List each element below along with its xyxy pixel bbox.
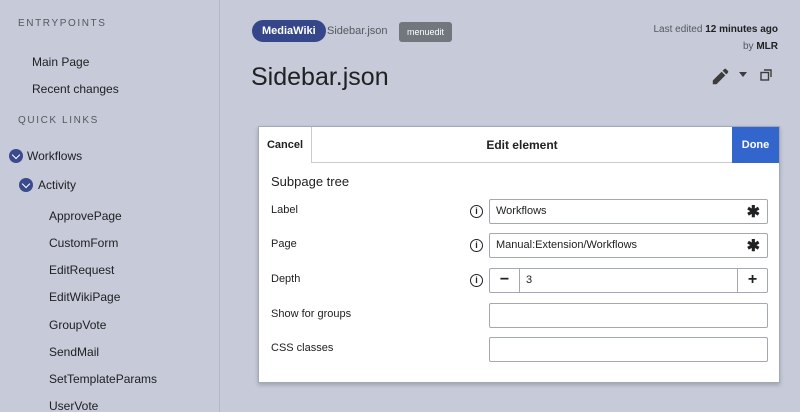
page-input-value: Manual:Extension/Workflows bbox=[496, 239, 638, 251]
tree-leaf[interactable]: GroupVote bbox=[49, 318, 106, 332]
quicklinks-heading: QUICK LINKS bbox=[18, 115, 99, 126]
tree-leaf[interactable]: CustomForm bbox=[49, 236, 118, 250]
tree-leaf[interactable]: SetTemplateParams bbox=[49, 372, 157, 386]
last-edited-user[interactable]: MLR bbox=[756, 41, 778, 52]
page-title: Sidebar.json bbox=[251, 63, 389, 91]
dialog-title: Edit element bbox=[486, 138, 558, 152]
done-button[interactable]: Done bbox=[732, 127, 779, 163]
page-input[interactable]: Manual:Extension/Workflows ✱ bbox=[489, 233, 768, 258]
required-icon: ✱ bbox=[746, 204, 760, 221]
breadcrumb[interactable]: Sidebar.json bbox=[327, 25, 388, 37]
tree-leaf[interactable]: UserVote bbox=[49, 399, 98, 412]
css-field-label: CSS classes bbox=[271, 342, 334, 354]
css-classes-input[interactable] bbox=[489, 337, 768, 362]
cancel-button[interactable]: Cancel bbox=[259, 127, 312, 163]
tree-leaf[interactable]: ApprovePage bbox=[49, 209, 122, 223]
decrement-button[interactable]: − bbox=[490, 269, 520, 292]
tree-leaf[interactable]: EditRequest bbox=[49, 263, 114, 277]
edit-element-dialog: Cancel Edit element Done Subpage tree La… bbox=[258, 126, 780, 383]
tree-leaf[interactable]: EditWikiPage bbox=[49, 290, 120, 304]
label-input-value: Workflows bbox=[496, 205, 547, 217]
required-icon: ✱ bbox=[746, 238, 760, 255]
tree-item-workflows[interactable]: Workflows bbox=[27, 149, 82, 163]
tree-item-activity[interactable]: Activity bbox=[38, 178, 76, 192]
depth-input[interactable]: 3 bbox=[526, 269, 532, 292]
collapse-workflows-icon[interactable] bbox=[9, 149, 23, 163]
label-field-label: Label bbox=[271, 204, 298, 216]
last-edited-time[interactable]: 12 minutes ago bbox=[705, 24, 778, 35]
popout-icon[interactable] bbox=[760, 69, 772, 81]
label-input[interactable]: Workflows ✱ bbox=[489, 199, 768, 224]
info-icon[interactable]: i bbox=[470, 239, 483, 252]
tree-leaf[interactable]: SendMail bbox=[49, 345, 99, 359]
info-icon[interactable]: i bbox=[470, 205, 483, 218]
dialog-subtitle: Subpage tree bbox=[271, 174, 350, 189]
namespace-badge[interactable]: MediaWiki bbox=[252, 20, 326, 42]
entrypoints-heading: ENTRYPOINTS bbox=[18, 18, 107, 29]
increment-button[interactable]: + bbox=[737, 269, 767, 292]
dialog-toolbar: Cancel Edit element Done bbox=[259, 127, 779, 163]
sidebar: ENTRYPOINTS Main Page Recent changes QUI… bbox=[0, 0, 220, 412]
caret-down-icon[interactable] bbox=[739, 72, 747, 77]
info-icon[interactable]: i bbox=[470, 274, 483, 287]
sidebar-link-main-page[interactable]: Main Page bbox=[32, 55, 89, 69]
page-field-label: Page bbox=[271, 238, 297, 250]
last-edited-prefix: Last edited bbox=[653, 24, 703, 35]
collapse-activity-icon[interactable] bbox=[19, 178, 33, 192]
groups-input[interactable] bbox=[489, 303, 768, 328]
depth-stepper: − 3 + bbox=[489, 268, 768, 293]
groups-field-label: Show for groups bbox=[271, 308, 352, 320]
pencil-icon[interactable] bbox=[711, 68, 729, 86]
depth-field-label: Depth bbox=[271, 273, 301, 285]
sidebar-link-recent-changes[interactable]: Recent changes bbox=[32, 82, 119, 96]
last-edited-info: Last edited 12 minutes ago by MLR bbox=[653, 21, 778, 55]
by-prefix: by bbox=[742, 41, 754, 52]
content-model-badge: menuedit bbox=[399, 22, 453, 42]
